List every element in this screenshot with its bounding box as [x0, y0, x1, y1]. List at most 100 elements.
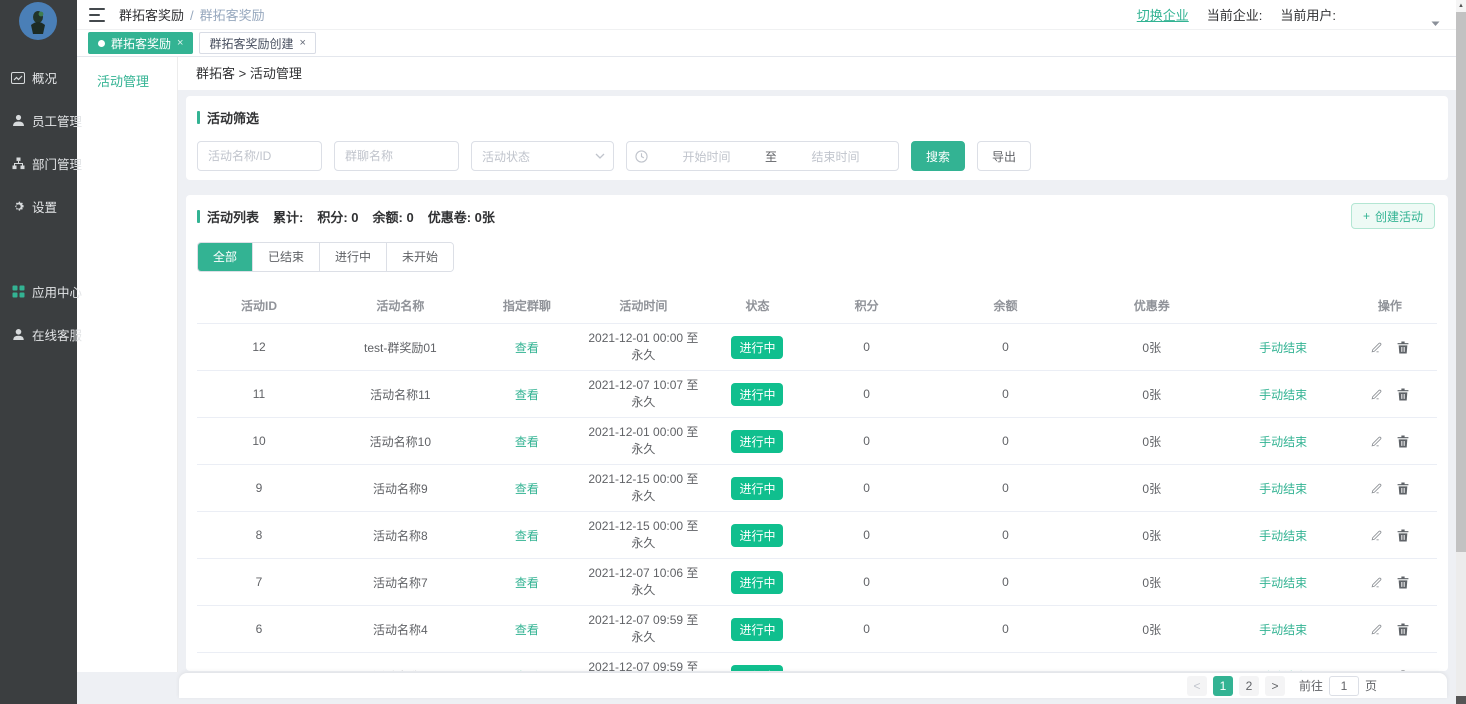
edit-icon[interactable]: [1370, 529, 1383, 542]
edit-icon[interactable]: [1370, 482, 1383, 495]
switch-company-link[interactable]: 切换企业: [1137, 5, 1189, 24]
delete-icon[interactable]: [1397, 529, 1409, 542]
vertical-scrollbar[interactable]: ▲: [1456, 0, 1466, 704]
date-range-picker[interactable]: 开始时间 至 结束时间: [626, 141, 899, 171]
activity-time-start: 2021-12-07 10:06 至: [574, 565, 713, 582]
sidebar-item-employees[interactable]: 员工管理: [0, 99, 77, 142]
goto-page-input[interactable]: [1329, 676, 1359, 696]
cell-balance: 0: [931, 324, 1080, 371]
sidebar-item-app-center[interactable]: 应用中心: [0, 270, 77, 313]
group-name-input[interactable]: [334, 141, 459, 171]
manual-end-link[interactable]: 手动结束: [1259, 388, 1307, 402]
activity-time-start: 2021-12-07 10:07 至: [574, 377, 713, 394]
page-button-1[interactable]: 1: [1213, 676, 1233, 696]
view-group-link[interactable]: 查看: [515, 388, 539, 402]
manual-end-link[interactable]: 手动结束: [1259, 623, 1307, 637]
table-row: 8 活动名称8 查看 2021-12-15 00:00 至 永久 进行中 0 0…: [197, 512, 1437, 559]
manual-end-link[interactable]: 手动结束: [1259, 576, 1307, 590]
cell-activity-time: 2021-12-01 00:00 至 永久: [574, 324, 713, 371]
column-header: 活动ID: [197, 289, 321, 324]
cell-balance: 0: [931, 606, 1080, 653]
breadcrumb-current: 群拓客奖励: [200, 8, 265, 23]
cell-points: 0: [802, 418, 931, 465]
delete-icon[interactable]: [1397, 670, 1409, 672]
manual-end-link[interactable]: 手动结束: [1259, 482, 1307, 496]
edit-icon[interactable]: [1370, 435, 1383, 448]
prev-page-button[interactable]: <: [1187, 676, 1207, 696]
range-separator: 至: [765, 148, 777, 165]
manual-end-link[interactable]: 手动结束: [1259, 529, 1307, 543]
view-group-link[interactable]: 查看: [515, 529, 539, 543]
cell-activity-time: 2021-12-07 10:07 至 永久: [574, 371, 713, 418]
collapse-menu-icon[interactable]: [89, 8, 105, 22]
scrollbar-up-arrow-icon[interactable]: ▲: [1456, 0, 1466, 12]
close-tab-icon[interactable]: ×: [299, 37, 305, 49]
cell-activity-name: 活动名称8: [321, 512, 480, 559]
sidebar-item-departments[interactable]: 部门管理: [0, 142, 77, 185]
activity-time-end: 永久: [574, 629, 713, 646]
view-group-link[interactable]: 查看: [515, 341, 539, 355]
avatar[interactable]: [19, 2, 57, 40]
edit-icon[interactable]: [1370, 576, 1383, 589]
sidebar-item-activity-management[interactable]: 活动管理: [77, 57, 177, 90]
cell-points: 0: [802, 559, 931, 606]
view-group-link[interactable]: 查看: [515, 623, 539, 637]
export-button[interactable]: 导出: [977, 141, 1031, 171]
edit-icon[interactable]: [1370, 341, 1383, 354]
activity-time-start: 2021-12-01 00:00 至: [574, 330, 713, 347]
window-tab[interactable]: 群拓客奖励创建 ×: [199, 32, 315, 54]
view-group-link[interactable]: 查看: [515, 435, 539, 449]
edit-icon[interactable]: [1370, 388, 1383, 401]
breadcrumb-root[interactable]: 群拓客奖励: [119, 8, 184, 23]
cell-operations: [1343, 576, 1437, 589]
delete-icon[interactable]: [1397, 482, 1409, 495]
page-button-2[interactable]: 2: [1239, 676, 1259, 696]
status-tab-in-progress[interactable]: 进行中: [320, 243, 387, 271]
status-select-placeholder: 活动状态: [482, 148, 595, 165]
view-group-link[interactable]: 查看: [515, 482, 539, 496]
delete-icon[interactable]: [1397, 576, 1409, 589]
cell-activity-id: 5: [197, 653, 321, 672]
activity-name-input[interactable]: [197, 141, 322, 171]
cell-points: 0: [802, 653, 931, 672]
manual-end-link[interactable]: 手动结束: [1259, 341, 1307, 355]
view-group-link[interactable]: 查看: [515, 670, 539, 672]
table-row: 10 活动名称10 查看 2021-12-01 00:00 至 永久 进行中 0…: [197, 418, 1437, 465]
delete-icon[interactable]: [1397, 435, 1409, 448]
avatar-figure: [27, 9, 49, 35]
edit-icon[interactable]: [1370, 670, 1383, 672]
delete-icon[interactable]: [1397, 623, 1409, 636]
start-time-placeholder: 开始时间: [652, 148, 761, 165]
scrollbar-thumb[interactable]: [1456, 12, 1466, 552]
page-unit-label: 页: [1365, 677, 1377, 694]
window-tabbar: 群拓客奖励 × 群拓客奖励创建 ×: [77, 30, 1456, 57]
status-badge: 进行中: [731, 524, 783, 547]
sidebar-item-online-service[interactable]: 在线客服: [0, 313, 77, 356]
user-dropdown-caret-icon[interactable]: [1431, 14, 1440, 32]
sidebar-item-overview[interactable]: 概况: [0, 56, 77, 99]
app-root: 概况 员工管理 部门管理 设置: [0, 0, 1466, 704]
overview-icon: [11, 71, 25, 85]
view-group-link[interactable]: 查看: [515, 576, 539, 590]
sidebar-item-settings[interactable]: 设置: [0, 185, 77, 228]
column-header: 积分: [802, 289, 931, 324]
delete-icon[interactable]: [1397, 388, 1409, 401]
manual-end-link[interactable]: 手动结束: [1259, 435, 1307, 449]
window-tab-active[interactable]: 群拓客奖励 ×: [88, 32, 193, 54]
search-button[interactable]: 搜索: [911, 141, 965, 171]
close-tab-icon[interactable]: ×: [177, 37, 183, 49]
status-tab-ended[interactable]: 已结束: [253, 243, 320, 271]
status-tab-all[interactable]: 全部: [198, 243, 253, 271]
create-activity-button[interactable]: + 创建活动: [1351, 203, 1435, 229]
clock-icon: [635, 150, 648, 163]
delete-icon[interactable]: [1397, 341, 1409, 354]
edit-icon[interactable]: [1370, 623, 1383, 636]
cell-activity-id: 6: [197, 606, 321, 653]
cell-operations: [1343, 388, 1437, 401]
cell-balance: 0: [931, 653, 1080, 672]
status-tab-not-started[interactable]: 未开始: [387, 243, 453, 271]
manual-end-link[interactable]: 手动结束: [1259, 670, 1307, 672]
next-page-button[interactable]: >: [1265, 676, 1285, 696]
summary-label: 累计:: [273, 207, 303, 226]
activity-status-select[interactable]: 活动状态: [471, 141, 614, 171]
